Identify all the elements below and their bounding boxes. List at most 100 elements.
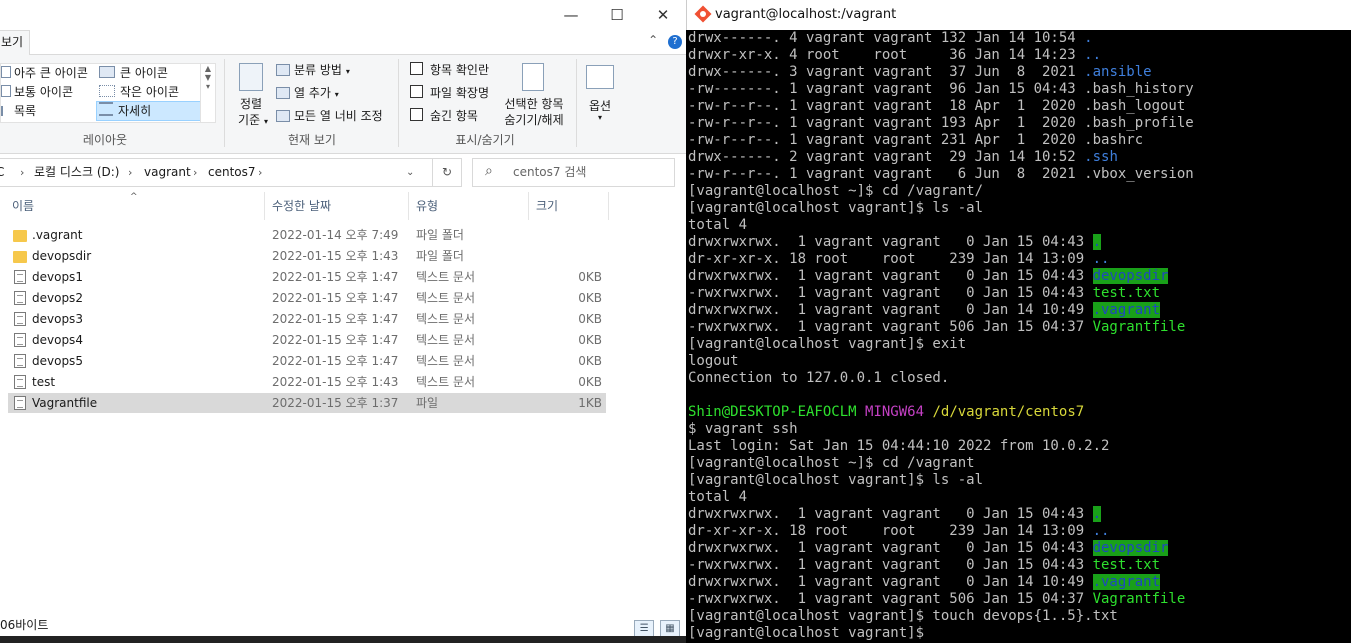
file-row[interactable]: devops5 2022-01-15 오후 1:47 텍스트 문서 0KB <box>8 351 606 371</box>
terminal-segment: drwxrwxrwx. 1 vagrant vagrant 0 Jan 15 0… <box>688 268 1093 284</box>
file-type: 텍스트 문서 <box>416 333 476 347</box>
search-input[interactable]: centos7 검색 <box>513 159 586 186</box>
tab-view[interactable]: 보기 <box>0 30 31 55</box>
file-type: 텍스트 문서 <box>416 354 476 368</box>
file-row-selected[interactable]: Vagrantfile 2022-01-15 오후 1:37 파일 1KB <box>8 393 606 413</box>
terminal-segment: .. <box>1092 251 1110 267</box>
terminal-line: [vagrant@localhost vagrant]$ ls -al <box>688 472 1348 489</box>
column-header-type[interactable]: 유형 <box>416 192 438 220</box>
terminal-line: -rw-r--r--. 1 vagrant vagrant 18 Apr 1 2… <box>688 98 1348 115</box>
group-by-button[interactable]: 분류 방법 ▾ <box>276 61 350 79</box>
breadcrumb-pc[interactable]: C <box>0 159 4 186</box>
group-by-label: 분류 방법 <box>294 63 342 77</box>
item-checkboxes-toggle[interactable]: 항목 확인란 <box>410 61 489 79</box>
terminal-segment: drwxrwxrwx. 1 vagrant vagrant 0 Jan 15 0… <box>688 506 1093 522</box>
fit-columns-label: 모든 열 너비 조정 <box>294 109 383 123</box>
column-headers: ^ 이름 수정한 날짜 유형 크기 <box>0 192 686 220</box>
file-row[interactable]: devopsdir 2022-01-15 오후 1:43 파일 폴더 <box>8 246 606 266</box>
address-dropdown-chevron-icon[interactable]: ⌄ <box>406 159 414 186</box>
chevron-down-icon: ▾ <box>345 67 350 76</box>
terminal-segment: -rwxrwxrwx. 1 vagrant vagrant 0 Jan 15 0… <box>688 557 1093 573</box>
terminal-segment: -rw-r--r--. 1 vagrant vagrant 231 Apr 1 … <box>688 132 1144 148</box>
layout-large-icons[interactable]: 큰 아이콘 <box>99 64 168 82</box>
terminal-segment: Connection to 127.0.0.1 closed. <box>688 370 950 386</box>
folder-icon <box>13 251 27 263</box>
options-button[interactable]: 옵션 ▾ <box>582 59 618 129</box>
file-size: 0KB <box>578 291 602 305</box>
hide-selected-label: 선택한 항목 <box>504 97 564 111</box>
layout-medium-icons[interactable]: 보통 아이콘 <box>1 83 73 101</box>
file-name: Vagrantfile <box>32 396 98 410</box>
terminal-line: drwxrwxrwx. 1 vagrant vagrant 0 Jan 15 0… <box>688 268 1348 285</box>
sort-by-button[interactable]: 정렬 기준 ▾ <box>233 59 269 129</box>
terminal-segment: logout <box>688 353 739 369</box>
close-button[interactable]: ✕ <box>640 4 686 26</box>
refresh-button[interactable]: ↻ <box>432 158 462 187</box>
file-modified: 2022-01-14 오후 7:49 <box>272 228 399 242</box>
ribbon-panel: 아주 큰 아이콘 큰 아이콘 보통 아이콘 작은 아이콘 목록 자세히 ▲ ▼ ▾ … <box>0 55 686 154</box>
terminal-segment: total 4 <box>688 489 748 505</box>
file-row[interactable]: devops1 2022-01-15 오후 1:47 텍스트 문서 0KB <box>8 267 606 287</box>
layout-label: 보통 아이콘 <box>14 85 74 99</box>
terminal-line: Shin@DESKTOP-EAFOCLM MINGW64 /d/vagrant/… <box>688 404 1348 421</box>
layout-extra-large-icons[interactable]: 아주 큰 아이콘 <box>1 64 88 82</box>
hide-selected-button[interactable]: 선택한 항목 숨기기/해제 <box>498 59 570 129</box>
column-divider[interactable] <box>528 192 529 220</box>
column-divider[interactable] <box>408 192 409 220</box>
hidden-items-toggle[interactable]: 숨긴 항목 <box>410 107 478 125</box>
sort-icon <box>239 63 263 91</box>
column-header-name[interactable]: 이름 <box>12 192 34 220</box>
terminal-window[interactable]: vagrant@localhost:/vagrant drwx------. 4… <box>686 0 1351 643</box>
terminal-segment: [vagrant@localhost vagrant]$ exit <box>688 336 967 352</box>
file-size: 0KB <box>578 333 602 347</box>
search-box[interactable]: ⌕ centos7 검색 <box>472 158 675 187</box>
file-row[interactable]: test 2022-01-15 오후 1:43 텍스트 문서 0KB <box>8 372 606 392</box>
help-icon[interactable]: ? <box>668 35 682 49</box>
file-modified: 2022-01-15 오후 1:37 <box>272 396 399 410</box>
file-row[interactable]: devops4 2022-01-15 오후 1:47 텍스트 문서 0KB <box>8 330 606 350</box>
terminal-segment: [vagrant@localhost ~]$ cd /vagrant/ <box>688 183 984 199</box>
terminal-line: drwx------. 3 vagrant vagrant 37 Jun 8 2… <box>688 64 1348 81</box>
breadcrumb-drive[interactable]: 로컬 디스크 (D:) <box>34 159 119 186</box>
layout-gallery-scroll[interactable]: ▲ ▼ ▾ <box>200 64 215 122</box>
terminal-segment: devopsdir <box>1092 540 1169 556</box>
collapse-ribbon-icon[interactable]: ⌃ <box>648 33 658 47</box>
group-label-current-view: 현재 보기 <box>288 133 336 147</box>
terminal-segment: .ansible <box>1084 64 1152 80</box>
terminal-output[interactable]: drwx------. 4 vagrant vagrant 132 Jan 14… <box>688 30 1348 642</box>
minimize-button[interactable]: — <box>548 4 594 26</box>
breadcrumb-centos7[interactable]: centos7 <box>208 159 256 186</box>
terminal-segment: -rw-r--r--. 1 vagrant vagrant 193 Apr 1 … <box>688 115 1194 131</box>
ribbon-divider <box>398 59 399 147</box>
terminal-line: drwx------. 4 vagrant vagrant 132 Jan 14… <box>688 30 1348 47</box>
address-bar[interactable]: C › 로컬 디스크 (D:) › vagrant › centos7 › ⌄ <box>0 158 461 187</box>
terminal-segment: -rwxrwxrwx. 1 vagrant vagrant 506 Jan 15… <box>688 319 1093 335</box>
column-divider[interactable] <box>608 192 609 220</box>
text-file-icon <box>14 312 26 326</box>
terminal-line: drwxrwxrwx. 1 vagrant vagrant 0 Jan 14 1… <box>688 302 1348 319</box>
ribbon-right-controls: ⌃ ? <box>648 33 682 49</box>
terminal-line: -rw-r--r--. 1 vagrant vagrant 6 Jun 8 20… <box>688 166 1348 183</box>
column-header-size[interactable]: 크기 <box>536 192 558 220</box>
column-divider[interactable] <box>264 192 265 220</box>
terminal-line: -rw-r--r--. 1 vagrant vagrant 231 Apr 1 … <box>688 132 1348 149</box>
file-extensions-toggle[interactable]: 파일 확장명 <box>410 84 489 102</box>
file-row[interactable]: devops2 2022-01-15 오후 1:47 텍스트 문서 0KB <box>8 288 606 308</box>
refresh-icon: ↻ <box>441 165 453 179</box>
column-header-modified[interactable]: 수정한 날짜 <box>272 192 331 220</box>
terminal-segment: [vagrant@localhost ~]$ cd /vagrant <box>688 455 975 471</box>
maximize-button[interactable]: ☐ <box>594 4 640 26</box>
add-column-button[interactable]: 열 추가 ▾ <box>276 84 339 102</box>
file-row[interactable]: .vagrant 2022-01-14 오후 7:49 파일 폴더 <box>8 225 606 245</box>
file-name: test <box>32 375 56 389</box>
layout-details[interactable]: 자세히 <box>96 101 201 121</box>
file-type: 파일 <box>416 396 439 410</box>
fit-columns-button[interactable]: 모든 열 너비 조정 <box>276 107 383 125</box>
file-row[interactable]: devops3 2022-01-15 오후 1:47 텍스트 문서 0KB <box>8 309 606 329</box>
terminal-segment: Vagrantfile <box>1092 319 1186 335</box>
breadcrumb-vagrant[interactable]: vagrant <box>144 159 191 186</box>
layout-small-icons[interactable]: 작은 아이콘 <box>99 83 179 101</box>
layout-list[interactable]: 목록 <box>1 102 36 120</box>
terminal-line: dr-xr-xr-x. 18 root root 239 Jan 14 13:0… <box>688 251 1348 268</box>
terminal-segment: [vagrant@localhost vagrant]$ touch devop… <box>688 608 1118 624</box>
